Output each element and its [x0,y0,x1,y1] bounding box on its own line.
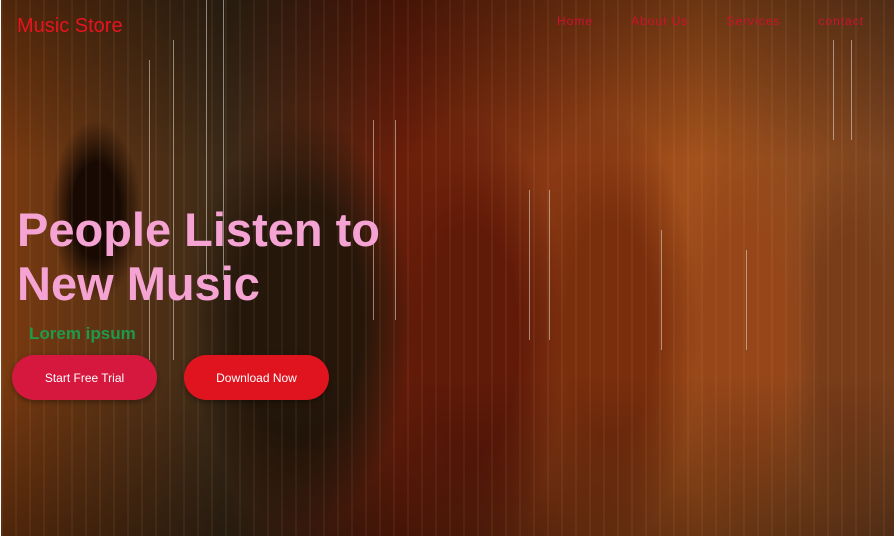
hero-headline: People Listen to New Music [17,203,380,310]
violin-string [851,40,852,140]
start-free-trial-button[interactable]: Start Free Trial [12,355,157,400]
violin-string [661,230,662,350]
violin-string [529,190,530,340]
nav-about-us[interactable]: About Us [631,14,688,28]
violin-string [746,250,747,350]
download-now-button[interactable]: Download Now [184,355,329,400]
nav-services[interactable]: Services [726,14,780,28]
violin-string [549,190,550,340]
main-nav: Home About Us Services contact [557,14,864,28]
violin-string [173,40,174,360]
violin-string [833,40,834,140]
brand-logo[interactable]: Music Store [17,15,123,38]
nav-contact[interactable]: contact [818,14,864,28]
hero-subtitle: Lorem ipsum [29,324,136,343]
nav-home[interactable]: Home [557,14,593,28]
